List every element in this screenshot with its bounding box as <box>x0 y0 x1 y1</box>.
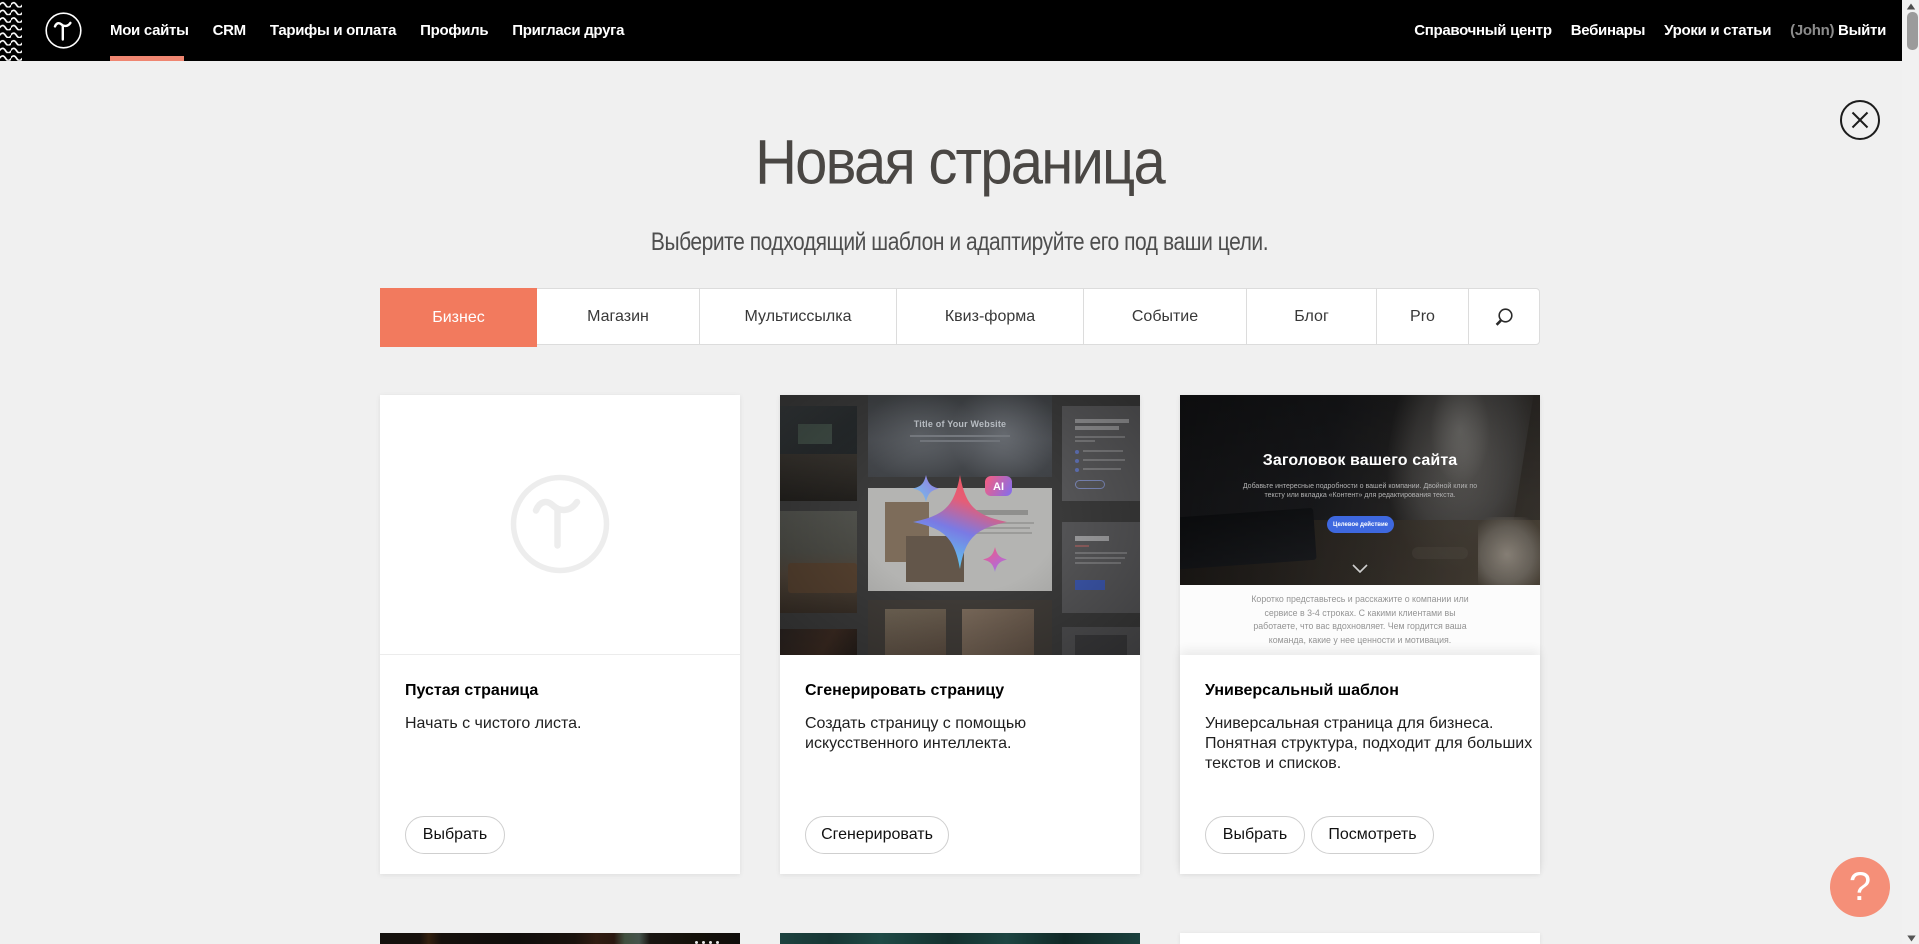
svg-text:AI: AI <box>993 481 1004 493</box>
